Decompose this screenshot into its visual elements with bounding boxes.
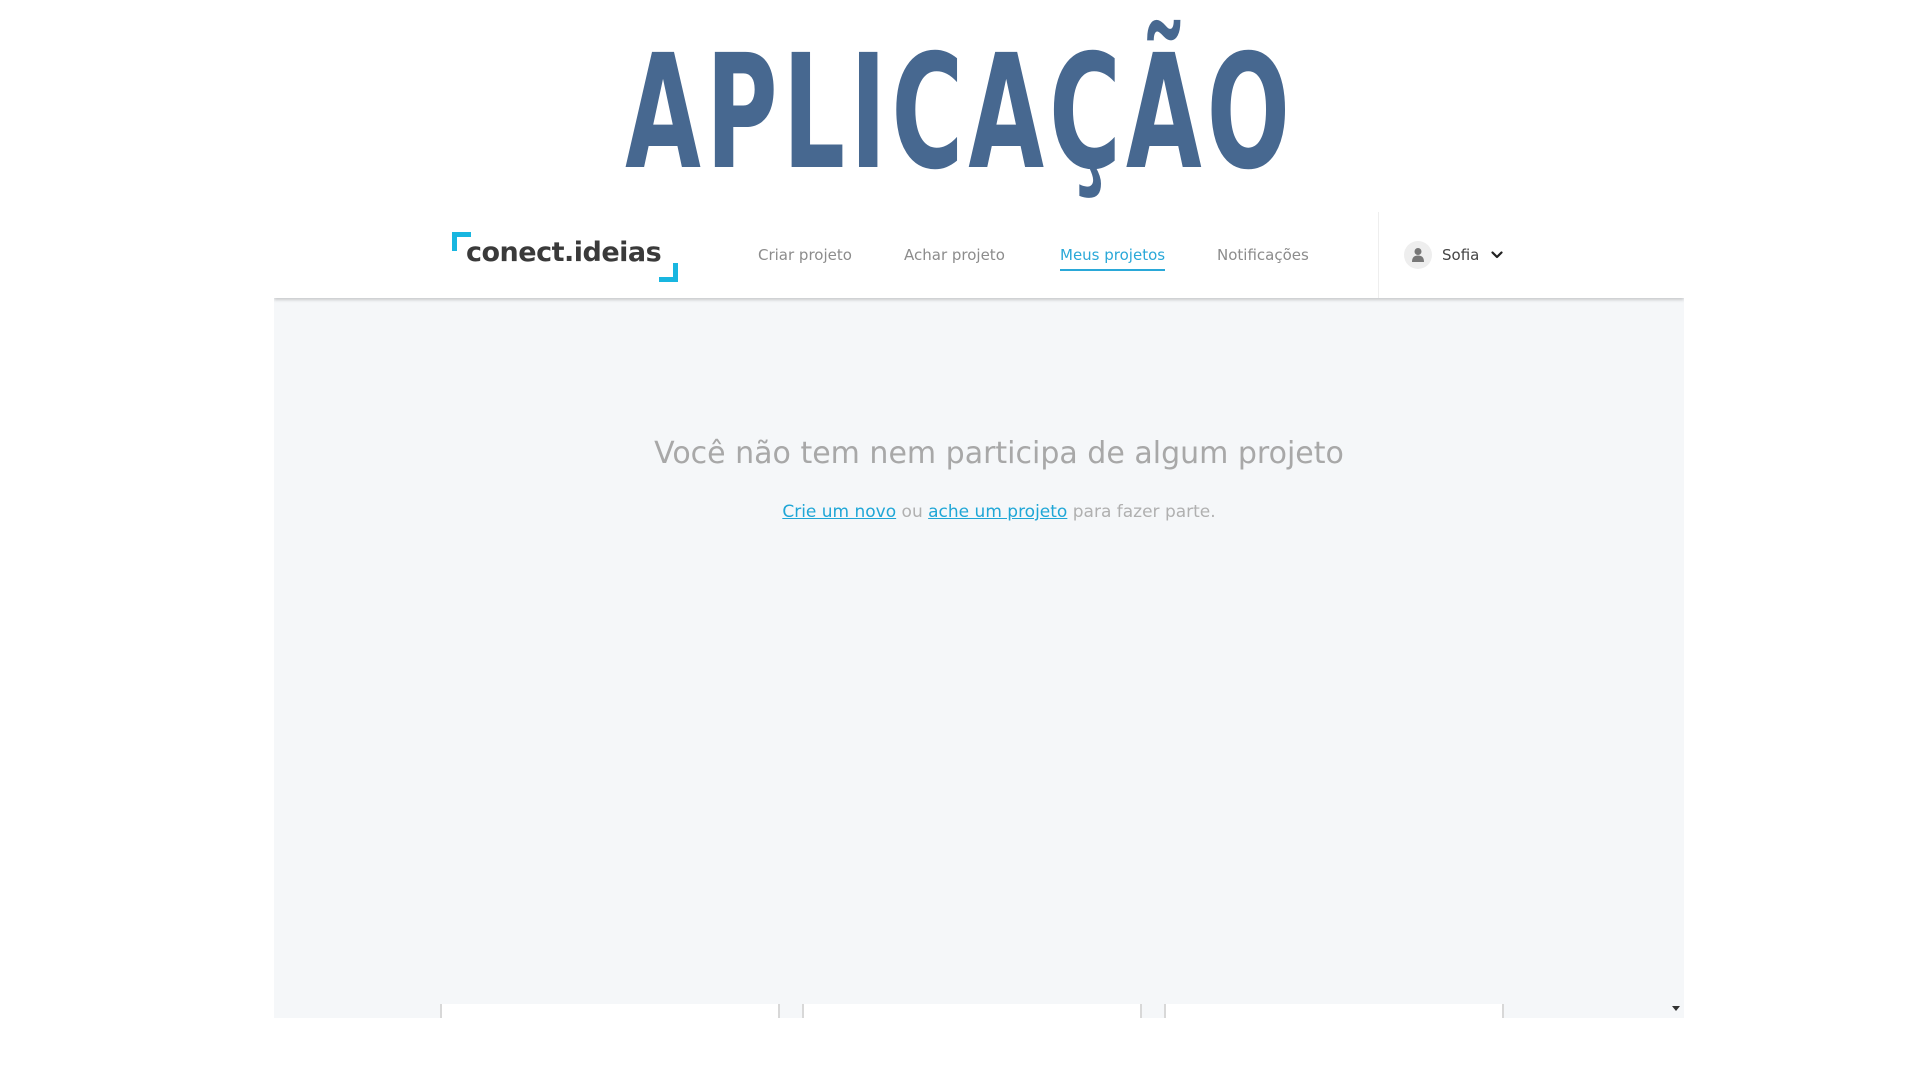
nav-criar-projeto[interactable]: Criar projeto <box>758 246 852 264</box>
slide-title: APLICAÇÃO <box>625 21 1295 205</box>
nav-achar-projeto[interactable]: Achar projeto <box>904 246 1005 264</box>
scroll-down-arrow-icon[interactable] <box>1672 1006 1680 1011</box>
create-project-link[interactable]: Crie um novo <box>782 502 896 522</box>
chevron-down-icon[interactable] <box>1491 251 1503 259</box>
logo-bracket-bottom-right <box>659 263 678 282</box>
suffix-text: para fazer parte. <box>1067 502 1216 522</box>
user-menu[interactable]: Sofia <box>1404 240 1503 270</box>
logo[interactable]: conect.ideias <box>452 232 678 282</box>
nav-divider <box>1378 212 1379 298</box>
card-stub <box>1164 1004 1504 1018</box>
card-stub <box>440 1004 780 1018</box>
empty-state-subtitle: Crie um novo ou ache um projeto para faz… <box>274 502 1684 522</box>
find-project-link[interactable]: ache um projeto <box>928 502 1067 522</box>
card-stub <box>802 1004 1142 1018</box>
or-text: ou <box>896 502 929 522</box>
nav-notificacoes[interactable]: Notificações <box>1217 246 1309 264</box>
nav-meus-projetos[interactable]: Meus projetos <box>1060 246 1166 271</box>
app-window: conect.ideias Criar projeto Achar projet… <box>274 212 1684 1018</box>
logo-text: conect.ideias <box>466 237 662 268</box>
user-name: Sofia <box>1442 246 1480 264</box>
user-icon <box>1404 241 1432 269</box>
empty-state-title: Você não tem nem participa de algum proj… <box>654 436 1344 471</box>
footer-cards-strip <box>274 1004 1684 1018</box>
top-navbar: conect.ideias Criar projeto Achar projet… <box>274 212 1684 298</box>
